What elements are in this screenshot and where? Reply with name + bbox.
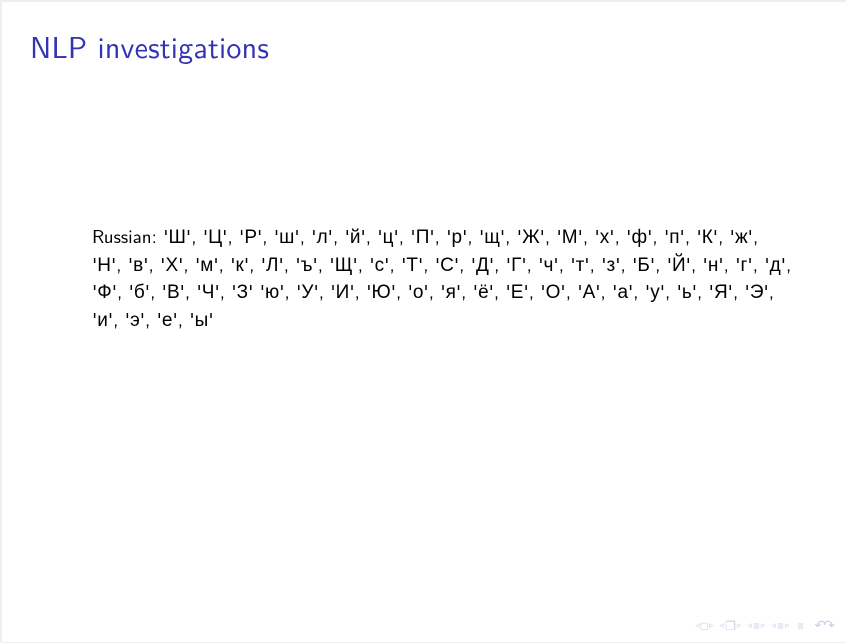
- page-icon: ❐: [724, 620, 737, 632]
- triangle-right-icon: ▹: [761, 621, 766, 630]
- triangle-left-icon: ◃: [747, 621, 752, 630]
- triangle-right-icon: ▹: [709, 621, 714, 630]
- content-list: 'Ш', 'Ц', 'Р', 'ш', 'л', 'й', 'ц', 'П', …: [92, 221, 791, 332]
- triangle-right-icon: ▹: [737, 621, 742, 630]
- lines-icon: ≡: [796, 620, 804, 632]
- beamer-nav-bar: ◃ □ ▹ ◃ ❐ ▹ ◃ ≡ ▹ ◃ ≡ ▹ ≡ ↶↷: [695, 617, 832, 634]
- triangle-right-icon: ▹: [785, 621, 790, 630]
- nav-first-slide[interactable]: ◃ □ ▹: [695, 620, 713, 632]
- box-icon: □: [700, 620, 709, 632]
- nav-current-line: ≡: [796, 620, 805, 632]
- nav-section[interactable]: ◃ ≡ ▹: [747, 620, 765, 632]
- lines-icon: ≡: [776, 620, 784, 632]
- triangle-left-icon: ◃: [771, 621, 776, 630]
- slide-title: NLP investigations: [30, 24, 269, 68]
- content-label: Russian:: [92, 221, 157, 249]
- nav-go-back-forward[interactable]: ↶↷: [811, 617, 832, 634]
- nav-prev-slide[interactable]: ◃ ❐ ▹: [720, 620, 742, 632]
- slide-content: Russian: 'Ш', 'Ц', 'Р', 'ш', 'л', 'й', '…: [92, 222, 792, 332]
- nav-subsection[interactable]: ◃ ≡ ▹: [771, 620, 789, 632]
- lines-icon: ≡: [752, 620, 760, 632]
